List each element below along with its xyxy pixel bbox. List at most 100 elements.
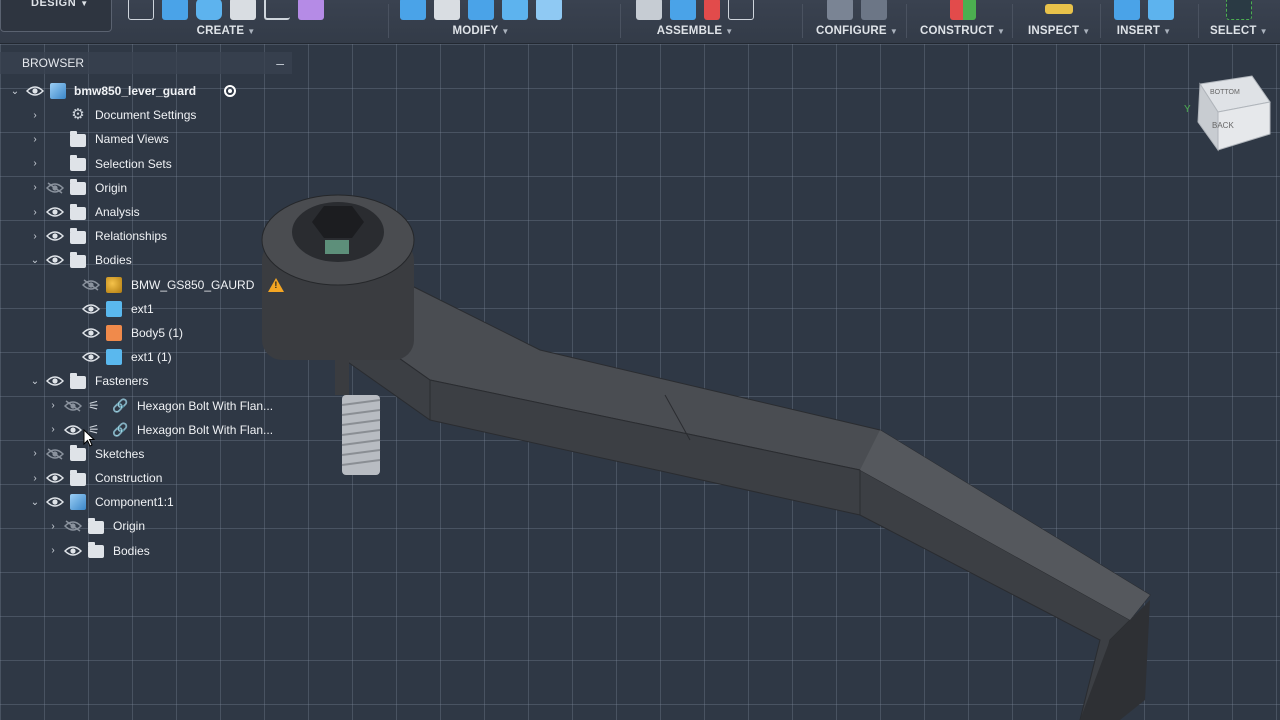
browser-item-analysis[interactable]: › Analysis <box>0 200 292 224</box>
eye-icon[interactable] <box>46 230 64 242</box>
chevron-right-icon[interactable]: › <box>30 473 40 484</box>
modify-menu-label[interactable]: MODIFY <box>452 25 498 37</box>
create-sketch-icon[interactable] <box>128 0 154 20</box>
new-component-icon[interactable] <box>298 0 324 20</box>
chevron-down-icon[interactable]: ⌄ <box>30 497 40 508</box>
chamfer-icon[interactable] <box>468 0 494 20</box>
construct-group[interactable]: CONSTRUCT ▼ <box>920 0 1005 44</box>
browser-item-named-views[interactable]: › Named Views <box>0 127 292 151</box>
browser-item-construction[interactable]: › Construction <box>0 466 292 490</box>
browser-item-selection-sets[interactable]: › Selection Sets <box>0 152 292 176</box>
configure-grid-icon[interactable] <box>860 0 887 20</box>
browser-item-component1-1[interactable]: ⌄ Component1:1 <box>0 490 292 514</box>
chevron-right-icon[interactable]: › <box>30 182 40 193</box>
browser-item-sketches[interactable]: › Sketches <box>0 442 292 466</box>
browser-item-origin[interactable]: › Origin <box>0 514 292 538</box>
chevron-right-icon[interactable]: › <box>48 424 58 435</box>
lever-model[interactable] <box>261 194 1151 720</box>
chevron-down-icon[interactable]: ⌄ <box>30 255 40 266</box>
eye-icon[interactable] <box>46 206 64 218</box>
select-cursor-icon[interactable] <box>1225 0 1252 20</box>
configure-menu-label[interactable]: CONFIGURE <box>816 25 887 37</box>
browser-item-origin[interactable]: › Origin <box>0 176 292 200</box>
eye-hidden-icon[interactable] <box>64 520 82 533</box>
eye-hidden-icon[interactable] <box>64 399 82 412</box>
chevron-right-icon[interactable]: › <box>48 545 58 556</box>
insert-menu-label[interactable]: INSERT <box>1117 25 1160 37</box>
inspect-menu-label[interactable]: INSPECT <box>1028 25 1079 37</box>
chevron-right-icon[interactable]: › <box>30 110 40 121</box>
create-group[interactable]: CREATE ▼ <box>128 0 324 44</box>
chevron-right-icon[interactable]: › <box>48 400 58 411</box>
chevron-right-icon[interactable]: › <box>30 231 40 242</box>
insert-derive-icon[interactable] <box>1114 0 1140 20</box>
offset-plane-icon[interactable] <box>949 0 976 20</box>
eye-icon[interactable] <box>26 85 44 97</box>
chevron-right-icon[interactable]: › <box>30 134 40 145</box>
chevron-right-icon[interactable]: › <box>30 207 40 218</box>
eye-icon[interactable] <box>46 472 64 484</box>
browser-item-bodies[interactable]: › Bodies <box>0 539 292 563</box>
joint-icon[interactable] <box>636 0 662 20</box>
chevron-right-icon[interactable]: › <box>30 448 40 459</box>
eye-icon[interactable] <box>64 545 82 557</box>
eye-icon[interactable] <box>64 424 82 436</box>
view-cube[interactable]: BOTTOM BACK Y <box>1182 72 1272 152</box>
chevron-down-icon[interactable]: ⌄ <box>10 86 20 97</box>
eye-icon[interactable] <box>46 496 64 508</box>
viewcube-face-bottom[interactable]: BOTTOM <box>1210 89 1240 96</box>
shell-icon[interactable] <box>502 0 528 20</box>
eye-icon[interactable] <box>82 303 100 315</box>
browser-collapse-button[interactable]: – <box>276 55 284 71</box>
insert-group[interactable]: INSERT ▼ <box>1114 0 1174 44</box>
browser-item-document-settings[interactable]: › ⚙ Document Settings <box>0 103 292 127</box>
create-menu-label[interactable]: CREATE <box>197 25 245 37</box>
insert-canvas-icon[interactable] <box>1148 0 1174 20</box>
browser-item-ext1[interactable]: ext1 <box>0 297 292 321</box>
viewcube-face-back[interactable]: BACK <box>1212 121 1234 130</box>
select-menu-label[interactable]: SELECT <box>1210 25 1257 37</box>
combine-icon[interactable] <box>536 0 562 20</box>
bill-of-materials-icon[interactable] <box>728 0 754 20</box>
joint-origin-icon[interactable] <box>704 0 720 20</box>
browser-item-relationships[interactable]: › Relationships <box>0 224 292 248</box>
eye-icon[interactable] <box>46 375 64 387</box>
inspect-group[interactable]: INSPECT ▼ <box>1028 0 1090 44</box>
extrude-icon[interactable] <box>162 0 188 20</box>
configure-group[interactable]: CONFIGURE ▼ <box>816 0 898 44</box>
browser-root-row[interactable]: ⌄ bmw850_lever_guard <box>0 79 292 103</box>
configure-table-icon[interactable] <box>826 0 853 20</box>
measure-icon[interactable] <box>1045 4 1074 14</box>
active-component-radio[interactable] <box>224 85 237 98</box>
eye-hidden-icon[interactable] <box>46 182 64 194</box>
chevron-right-icon[interactable]: › <box>30 158 40 169</box>
browser-item-body5-1[interactable]: Body5 (1) <box>0 321 292 345</box>
browser-item-bmw-gs850-gaurd[interactable]: BMW_GS850_GAURD! <box>0 273 292 297</box>
link-icon: 🔗 <box>112 397 129 413</box>
assemble-menu-label[interactable]: ASSEMBLE <box>657 25 723 37</box>
eye-hidden-icon[interactable] <box>46 448 64 460</box>
revolve-icon[interactable] <box>196 0 222 20</box>
browser-item-hexagon-bolt-with-flan[interactable]: › ⚟ 🔗 Hexagon Bolt With Flan... <box>0 393 292 417</box>
assemble-group[interactable]: ASSEMBLE ▼ <box>636 0 754 44</box>
eye-hidden-icon[interactable] <box>82 278 100 291</box>
as-built-joint-icon[interactable] <box>670 0 696 20</box>
modify-group[interactable]: MODIFY ▼ <box>400 0 562 44</box>
construct-menu-label[interactable]: CONSTRUCT <box>920 25 994 37</box>
hole-icon[interactable] <box>230 0 256 20</box>
chevron-right-icon[interactable]: › <box>48 521 58 532</box>
browser-item-fasteners[interactable]: ⌄ Fasteners <box>0 369 292 393</box>
browser-item-bodies[interactable]: ⌄ Bodies <box>0 248 292 272</box>
fillet-icon[interactable] <box>434 0 460 20</box>
browser-item-hexagon-bolt-with-flan[interactable]: › ⚟ 🔗 Hexagon Bolt With Flan... <box>0 418 292 442</box>
eye-icon[interactable] <box>82 351 100 363</box>
eye-icon[interactable] <box>82 327 100 339</box>
eye-icon[interactable] <box>46 254 64 266</box>
pattern-icon[interactable] <box>264 0 290 20</box>
warning-icon[interactable]: ! <box>268 277 285 292</box>
browser-item-ext1-1[interactable]: ext1 (1) <box>0 345 292 369</box>
press-pull-icon[interactable] <box>400 0 426 20</box>
select-group[interactable]: SELECT ▼ <box>1210 0 1268 44</box>
chevron-down-icon[interactable]: ⌄ <box>30 376 40 387</box>
workspace-switcher-button[interactable]: DESIGN ▼ <box>0 0 112 32</box>
